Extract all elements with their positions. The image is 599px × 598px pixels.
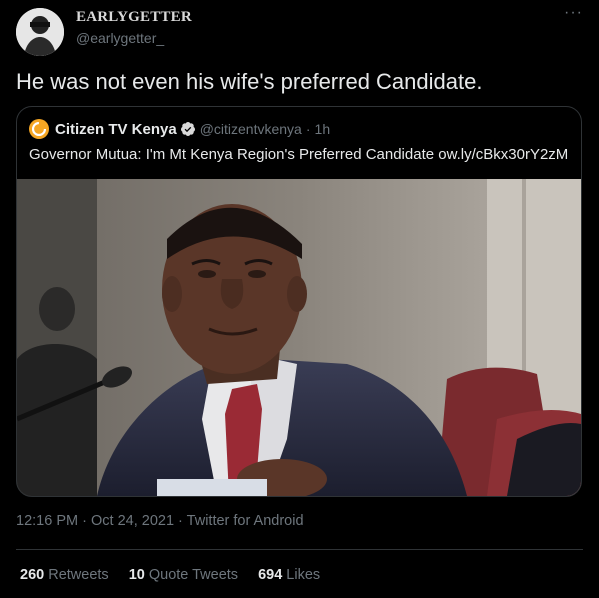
meta-separator: · <box>82 513 87 529</box>
likes-count: 694 <box>258 567 283 583</box>
author-handle[interactable]: @earlygetter_ <box>76 30 192 46</box>
meta-separator: · <box>178 513 183 529</box>
quoted-avatar <box>29 119 49 139</box>
likes-stat[interactable]: 694 Likes <box>258 567 320 583</box>
engagement-stats: 260 Retweets 10 Quote Tweets 694 Likes <box>20 567 340 583</box>
quoted-handle: @citizentvkenya <box>199 121 302 137</box>
tweet-source[interactable]: Twitter for Android <box>187 513 304 529</box>
quoted-separator: · <box>305 121 311 137</box>
likes-label: Likes <box>286 567 321 583</box>
quote-tweets-label: Quote Tweets <box>148 567 239 583</box>
quote-tweets-stat[interactable]: 10 Quote Tweets <box>129 567 238 583</box>
tweet-time[interactable]: 12:16 PM <box>16 513 78 529</box>
tweet-text: He was not even his wife's preferred Can… <box>16 69 483 94</box>
quoted-tweet-header: Citizen TV Kenya @citizentvkenya · 1h <box>29 119 330 139</box>
quoted-tweet-card[interactable]: Citizen TV Kenya @citizentvkenya · 1h Go… <box>16 106 582 497</box>
author-avatar[interactable] <box>16 8 64 56</box>
retweets-count: 260 <box>20 567 45 583</box>
quote-tweets-count: 10 <box>128 567 145 583</box>
tweet-header: EARLYGETTER @earlygetter_ ··· <box>16 5 583 56</box>
quoted-media-image[interactable] <box>17 179 581 496</box>
more-options-icon[interactable]: ··· <box>564 5 583 21</box>
quoted-timestamp: 1h <box>314 121 331 137</box>
tweet-date[interactable]: Oct 24, 2021 <box>91 513 174 529</box>
author-name-block[interactable]: EARLYGETTER @earlygetter_ <box>76 9 192 46</box>
quoted-display-name: Citizen TV Kenya <box>55 120 177 138</box>
quoted-tweet-text: Governor Mutua: I'm Mt Kenya Region's Pr… <box>29 146 569 163</box>
verified-badge-icon <box>180 121 196 137</box>
author-display-name[interactable]: EARLYGETTER <box>76 9 192 26</box>
tweet-meta: 12:16 PM · Oct 24, 2021 · Twitter for An… <box>16 513 304 529</box>
retweets-stat[interactable]: 260 Retweets <box>20 567 109 583</box>
divider <box>16 549 583 550</box>
retweets-label: Retweets <box>48 567 109 583</box>
citizen-logo-icon <box>32 122 46 136</box>
